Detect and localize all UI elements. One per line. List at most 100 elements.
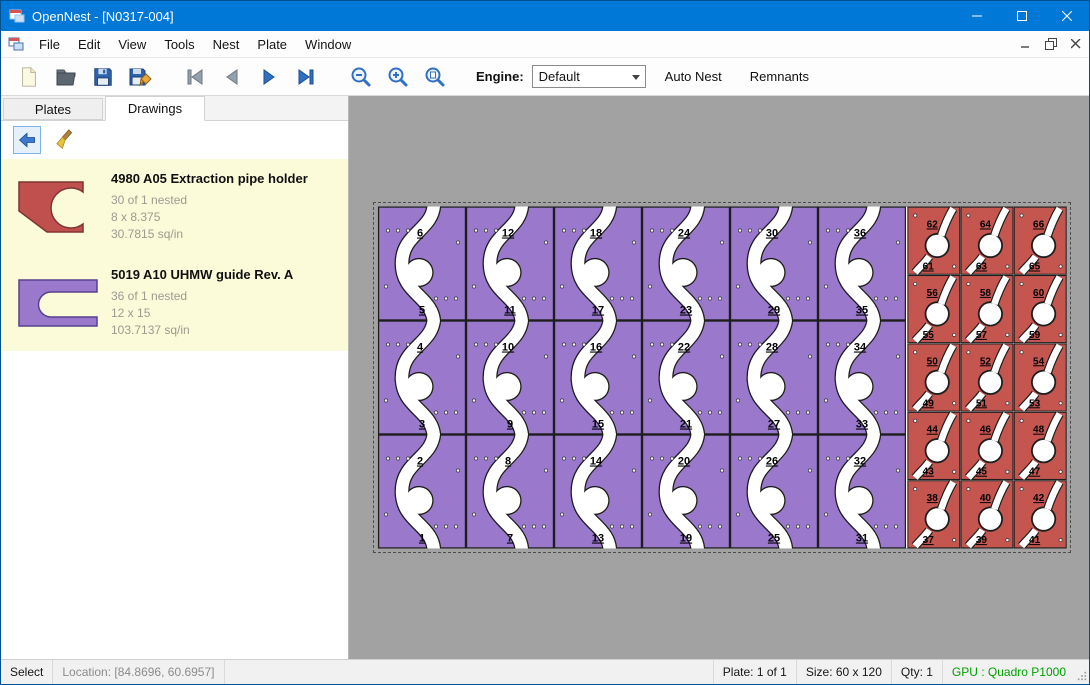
nested-part-pair[interactable]: 5655 <box>908 276 960 343</box>
svg-text:64: 64 <box>980 220 992 231</box>
svg-text:22: 22 <box>678 342 690 354</box>
auto-nest-button[interactable]: Auto Nest <box>656 65 731 88</box>
drawing-area: 103.7137 sq/in <box>111 322 293 339</box>
nested-part-pair[interactable]: 2423 <box>643 206 730 325</box>
svg-text:58: 58 <box>980 288 992 299</box>
nested-part-pair[interactable]: 5857 <box>961 276 1013 343</box>
mdi-minimize-icon[interactable] <box>1014 34 1037 55</box>
menu-tools[interactable]: Tools <box>155 32 203 57</box>
titlebar: OpenNest - [N0317-004] <box>1 1 1089 31</box>
tab-plates[interactable]: Plates <box>3 98 103 120</box>
svg-text:2: 2 <box>417 456 423 468</box>
save-icon[interactable] <box>87 61 119 93</box>
broom-icon[interactable] <box>53 126 81 154</box>
nested-part-pair[interactable]: 21 <box>379 431 466 550</box>
zoom-fit-icon[interactable] <box>419 61 451 93</box>
menu-plate[interactable]: Plate <box>248 32 296 57</box>
plate[interactable]: 6512111817242330293635431091615222128273… <box>377 206 1067 549</box>
nest-canvas[interactable]: 6512111817242330293635431091615222128273… <box>349 96 1089 659</box>
nested-part-pair[interactable]: 1413 <box>555 431 642 550</box>
nested-part-pair[interactable]: 3231 <box>819 431 906 550</box>
engine-label: Engine: <box>476 69 524 84</box>
svg-text:46: 46 <box>980 425 992 436</box>
nested-part-pair[interactable]: 1615 <box>555 317 642 439</box>
svg-text:26: 26 <box>766 456 778 468</box>
nested-part-pair[interactable]: 6261 <box>908 207 960 274</box>
nested-part-pair[interactable]: 1211 <box>467 206 554 325</box>
panel-tabstrip: Plates Drawings <box>1 96 348 121</box>
svg-text:49: 49 <box>923 398 935 409</box>
drawing-list-item[interactable]: 5019 A10 UHMW guide Rev. A 36 of 1 neste… <box>1 255 348 351</box>
nested-part-pair[interactable]: 2221 <box>643 317 730 439</box>
close-icon[interactable] <box>1044 1 1089 31</box>
svg-text:24: 24 <box>678 228 691 240</box>
menu-view[interactable]: View <box>109 32 155 57</box>
nested-part-pair[interactable]: 5049 <box>908 344 960 411</box>
nested-part-pair[interactable]: 65 <box>379 206 466 325</box>
tab-drawings[interactable]: Drawings <box>105 96 205 121</box>
mdi-restore-icon[interactable] <box>1039 34 1062 55</box>
engine-select[interactable]: Default <box>532 65 646 88</box>
svg-text:56: 56 <box>927 288 939 299</box>
svg-text:32: 32 <box>854 456 866 468</box>
content-area: Plates Drawings 4980 A05 Extraction pip <box>1 96 1089 659</box>
chevron-down-icon <box>632 75 640 80</box>
nav-next-icon[interactable] <box>253 61 285 93</box>
svg-text:13: 13 <box>592 533 604 545</box>
nested-part-pair[interactable]: 5453 <box>1014 344 1066 411</box>
svg-text:43: 43 <box>923 467 935 478</box>
svg-text:38: 38 <box>927 493 939 504</box>
menubar: File Edit View Tools Nest Plate Window <box>1 31 1089 58</box>
save-as-icon[interactable] <box>124 61 156 93</box>
open-folder-icon[interactable] <box>50 61 82 93</box>
nested-part-pair[interactable]: 2019 <box>643 431 730 550</box>
nested-part-pair[interactable]: 2625 <box>731 431 818 550</box>
nav-first-icon[interactable] <box>179 61 211 93</box>
nested-part-pair[interactable]: 43 <box>379 317 466 439</box>
nested-part-pair[interactable]: 2827 <box>731 317 818 439</box>
svg-text:7: 7 <box>507 533 513 545</box>
nested-part-pair[interactable]: 4847 <box>1014 412 1066 479</box>
status-plate: Plate: 1 of 1 <box>713 660 796 684</box>
nested-part-pair[interactable]: 4039 <box>961 481 1013 548</box>
svg-text:20: 20 <box>678 456 690 468</box>
nested-part-pair[interactable]: 3635 <box>819 206 906 325</box>
nested-part-pair[interactable]: 4443 <box>908 412 960 479</box>
svg-text:3: 3 <box>419 419 425 431</box>
svg-text:35: 35 <box>856 305 868 317</box>
back-arrow-icon[interactable] <box>13 126 41 154</box>
resize-grip[interactable] <box>1075 660 1089 684</box>
menu-nest[interactable]: Nest <box>204 32 249 57</box>
nested-part-pair[interactable]: 4645 <box>961 412 1013 479</box>
maximize-icon[interactable] <box>999 1 1044 31</box>
nested-part-pair[interactable]: 6665 <box>1014 207 1066 274</box>
nested-part-pair[interactable]: 3029 <box>731 206 818 325</box>
nested-part-pair[interactable]: 109 <box>467 317 554 439</box>
nested-part-pair[interactable]: 1817 <box>555 206 642 325</box>
new-file-icon[interactable] <box>13 61 45 93</box>
nav-previous-icon[interactable] <box>216 61 248 93</box>
nav-last-icon[interactable] <box>290 61 322 93</box>
nested-part-pair[interactable]: 3837 <box>908 481 960 548</box>
nested-part-pair[interactable]: 3433 <box>819 317 906 439</box>
status-qty: Qty: 1 <box>891 660 942 684</box>
nested-part-pair[interactable]: 6059 <box>1014 276 1066 343</box>
zoom-in-icon[interactable] <box>382 61 414 93</box>
window-title: OpenNest - [N0317-004] <box>32 9 174 24</box>
plate-svg[interactable]: 6512111817242330293635431091615222128273… <box>377 206 1067 549</box>
zoom-out-icon[interactable] <box>345 61 377 93</box>
drawing-size: 12 x 15 <box>111 305 293 322</box>
nested-part-pair[interactable]: 6463 <box>961 207 1013 274</box>
drawing-list-item[interactable]: 4980 A05 Extraction pipe holder 30 of 1 … <box>1 159 348 255</box>
menu-window[interactable]: Window <box>296 32 360 57</box>
engine-value: Default <box>539 69 580 84</box>
remnants-button[interactable]: Remnants <box>741 65 818 88</box>
menu-file[interactable]: File <box>30 32 69 57</box>
svg-text:60: 60 <box>1033 288 1045 299</box>
minimize-icon[interactable] <box>954 1 999 31</box>
nested-part-pair[interactable]: 5251 <box>961 344 1013 411</box>
mdi-close-icon[interactable] <box>1064 34 1087 55</box>
nested-part-pair[interactable]: 4241 <box>1014 481 1066 548</box>
menu-edit[interactable]: Edit <box>69 32 109 57</box>
nested-part-pair[interactable]: 87 <box>467 431 554 550</box>
